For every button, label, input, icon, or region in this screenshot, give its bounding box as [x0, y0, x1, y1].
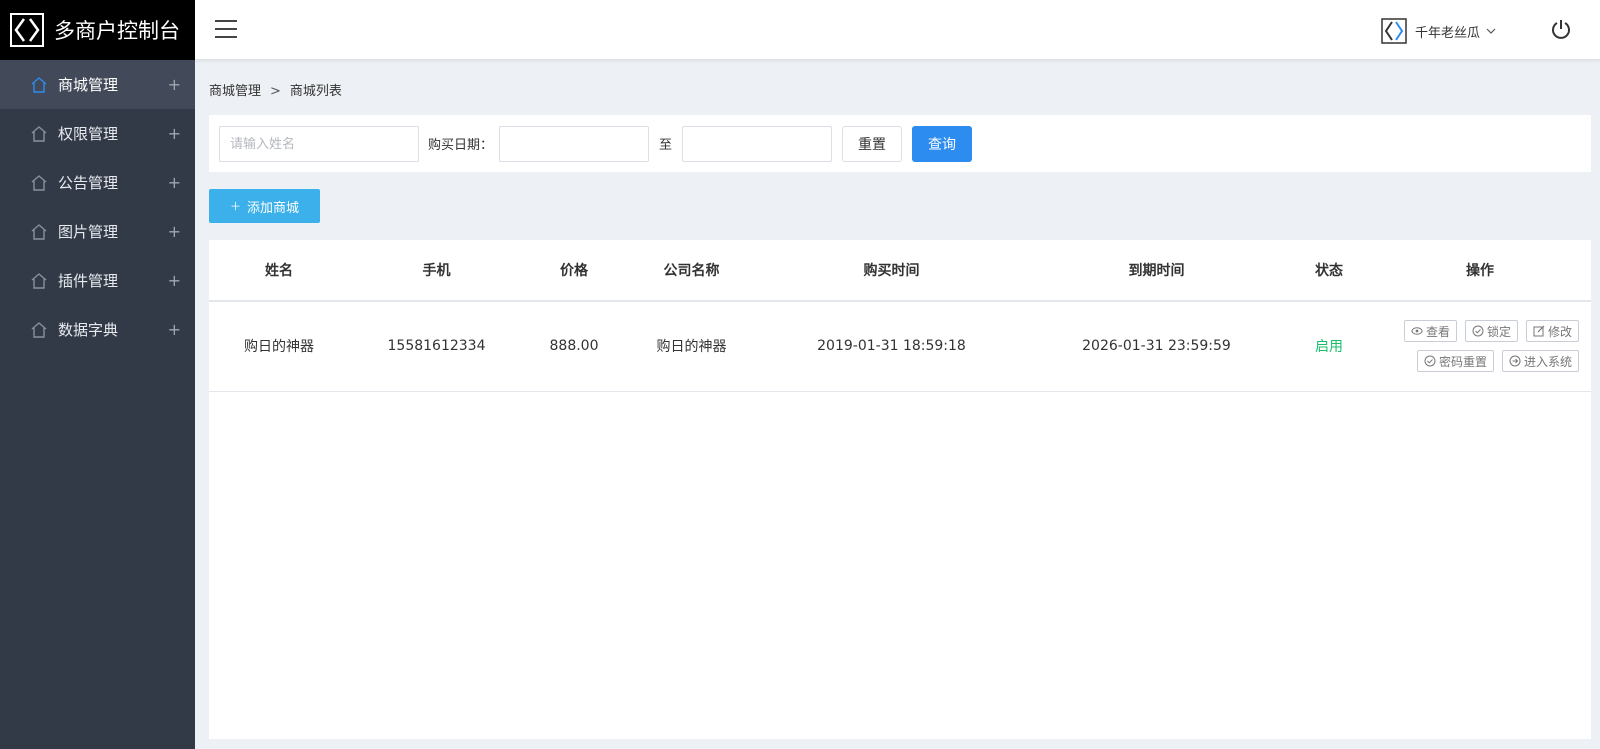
check-circle-icon	[1424, 355, 1436, 367]
sidebar-item-plugin[interactable]: 插件管理 +	[0, 256, 195, 305]
hamburger-icon[interactable]	[215, 20, 237, 40]
filter-bar: 购买日期： 至 重置 查询	[209, 115, 1591, 172]
logo-icon	[10, 13, 44, 47]
lock-button[interactable]: 锁定	[1464, 320, 1518, 343]
reset-password-label: 密码重置	[1438, 354, 1487, 369]
arrow-circle-right-icon	[1509, 355, 1521, 367]
sidebar-item-label: 公告管理	[58, 174, 119, 192]
table-row: 购日的神器 15581612334 888.00 购日的神器 2019-01-3…	[209, 301, 1591, 392]
home-icon	[31, 321, 47, 338]
expand-icon: +	[167, 320, 181, 339]
date-label: 购买日期：	[428, 138, 494, 153]
reset-password-button[interactable]: 密码重置	[1416, 350, 1494, 373]
column-header: 手机	[349, 240, 524, 302]
sidebar-item-label: 图片管理	[58, 223, 119, 241]
column-header: 价格	[524, 240, 624, 302]
sidebar-item-dictionary[interactable]: 数据字典 +	[0, 305, 195, 354]
home-icon	[31, 174, 47, 191]
user-menu[interactable]: 千年老丝瓜	[1381, 18, 1496, 44]
enter-system-button[interactable]: 进入系统	[1501, 350, 1579, 373]
table-header-row: 姓名 手机 价格 公司名称 购买时间 到期时间 状态 操作	[209, 240, 1591, 302]
sidebar-item-image[interactable]: 图片管理 +	[0, 207, 195, 256]
cell-buy-time: 2019-01-31 18:59:18	[759, 301, 1024, 392]
column-header: 到期时间	[1024, 240, 1289, 302]
enter-system-label: 进入系统	[1523, 354, 1572, 369]
user-name: 千年老丝瓜	[1414, 25, 1480, 41]
range-separator: 至	[659, 138, 673, 153]
cell-phone: 15581612334	[349, 301, 524, 392]
reset-button[interactable]: 重置	[842, 125, 903, 162]
edit-icon	[1533, 325, 1545, 337]
plus-icon: ＋	[229, 201, 241, 213]
sidebar: 多商户控制台 商城管理 + 权限管理 + 公告管理 + 图片管理 + 插件管理 …	[0, 0, 195, 749]
sidebar-item-label: 插件管理	[58, 272, 119, 290]
sidebar-item-notice[interactable]: 公告管理 +	[0, 158, 195, 207]
status-badge: 启用	[1289, 301, 1369, 392]
expand-icon: +	[167, 173, 181, 192]
expand-icon: +	[167, 271, 181, 290]
sidebar-item-permission[interactable]: 权限管理 +	[0, 109, 195, 158]
edit-button[interactable]: 修改	[1525, 320, 1579, 343]
end-date-input[interactable]	[682, 125, 833, 162]
brand: 多商户控制台	[0, 0, 195, 60]
mall-table: 姓名 手机 价格 公司名称 购买时间 到期时间 状态 操作 购日的神器 1558…	[209, 240, 1591, 739]
edit-label: 修改	[1547, 324, 1572, 339]
home-icon	[31, 272, 47, 289]
home-icon	[31, 223, 47, 240]
cell-price: 888.00	[524, 301, 624, 392]
breadcrumb-separator: >	[270, 84, 281, 99]
column-header: 购买时间	[759, 240, 1024, 302]
eye-icon	[1411, 327, 1423, 335]
view-button[interactable]: 查看	[1403, 320, 1457, 343]
sidebar-item-label: 商城管理	[58, 76, 119, 94]
breadcrumb-current: 商城列表	[289, 84, 342, 99]
top-header: 千年老丝瓜	[195, 0, 1600, 60]
lock-label: 锁定	[1486, 324, 1511, 339]
start-date-input[interactable]	[499, 125, 650, 162]
avatar	[1381, 18, 1407, 44]
cell-name: 购日的神器	[209, 301, 349, 392]
column-header: 操作	[1369, 240, 1591, 302]
brand-title: 多商户控制台	[54, 19, 180, 43]
breadcrumb: 商城管理 > 商城列表	[209, 80, 342, 99]
column-header: 公司名称	[624, 240, 759, 302]
column-header: 姓名	[209, 240, 349, 302]
chevron-down-icon	[1486, 28, 1496, 34]
add-mall-label: 添加商城	[246, 199, 299, 215]
sidebar-item-mall[interactable]: 商城管理 +	[0, 60, 195, 109]
expand-icon: +	[167, 124, 181, 143]
power-icon[interactable]	[1550, 18, 1572, 40]
expand-icon: +	[167, 222, 181, 241]
sidebar-item-label: 权限管理	[58, 125, 119, 143]
cell-company: 购日的神器	[624, 301, 759, 392]
breadcrumb-parent[interactable]: 商城管理	[209, 84, 261, 99]
home-icon	[31, 76, 47, 93]
query-button[interactable]: 查询	[912, 125, 973, 162]
cell-actions: 查看 锁定 修改 密码重置 进入系统	[1369, 301, 1591, 392]
view-label: 查看	[1425, 324, 1450, 339]
name-search-input[interactable]	[219, 125, 419, 162]
expand-icon: +	[167, 75, 181, 94]
add-mall-button[interactable]: ＋ 添加商城	[209, 189, 320, 223]
sidebar-item-label: 数据字典	[58, 321, 119, 339]
cell-expire-time: 2026-01-31 23:59:59	[1024, 301, 1289, 392]
home-icon	[31, 125, 47, 142]
column-header: 状态	[1289, 240, 1369, 302]
check-circle-icon	[1472, 325, 1484, 337]
